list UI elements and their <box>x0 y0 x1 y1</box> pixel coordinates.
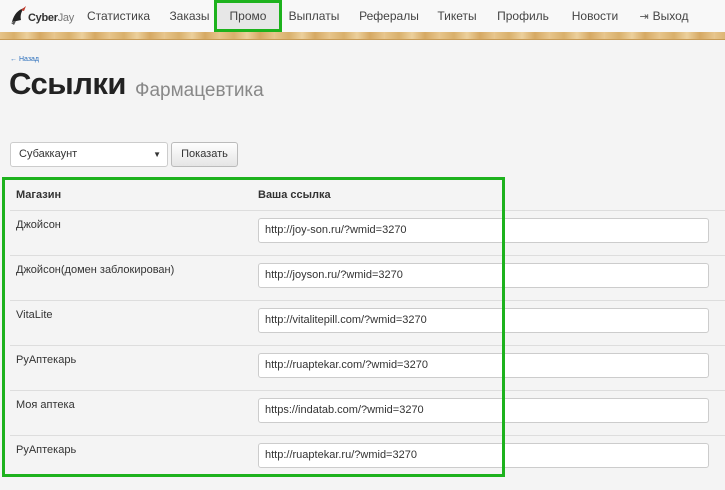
nav-item-profile[interactable]: Профиль <box>492 0 554 32</box>
link-field[interactable]: http://joyson.ru/?wmid=3270 <box>258 263 709 288</box>
table-row: Джойсон(домен заблокирован) http://joyso… <box>10 255 725 300</box>
shop-name: РуАптекарь <box>16 354 77 366</box>
table-row: VitaLite http://vitalitepill.com/?wmid=3… <box>10 300 725 345</box>
show-button[interactable]: Показать <box>171 142 238 167</box>
shop-name: Джойсон <box>16 219 61 231</box>
shop-name: РуАптекарь <box>16 444 77 456</box>
logout-icon: ⇥ <box>639 11 649 23</box>
nav-item-statistics[interactable]: Статистика <box>82 0 155 32</box>
nav-item-logout[interactable]: ⇥ Выход <box>633 0 695 32</box>
shop-name: VitaLite <box>16 309 53 321</box>
nav-item-tickets[interactable]: Тикеты <box>434 0 480 32</box>
back-link[interactable]: ← Назад <box>10 56 39 63</box>
nav-item-orders[interactable]: Заказы <box>163 0 216 32</box>
table-row: Моя аптека https://indatab.com/?wmid=327… <box>10 390 725 435</box>
nav-item-referrals[interactable]: Рефералы <box>355 0 423 32</box>
table-row: РуАптекарь http://ruaptekar.ru/?wmid=327… <box>10 435 725 480</box>
shop-name: Моя аптека <box>16 399 75 411</box>
column-header-link: Ваша ссылка <box>258 189 331 201</box>
decorative-wood-strip <box>0 32 725 40</box>
link-field[interactable]: https://indatab.com/?wmid=3270 <box>258 398 709 423</box>
logo-text: CyberJay <box>28 12 74 24</box>
table-row: РуАптекарь http://ruaptekar.com/?wmid=32… <box>10 345 725 390</box>
link-field[interactable]: http://joy-son.ru/?wmid=3270 <box>258 218 709 243</box>
nav-item-news[interactable]: Новости <box>565 0 625 32</box>
top-navbar: CyberJay Статистика Заказы Промо Выплаты… <box>0 0 725 32</box>
chevron-down-icon: ▼ <box>153 150 161 159</box>
subaccount-select[interactable]: Субаккаунт ▼ <box>10 142 168 167</box>
nav-item-promo[interactable]: Промо <box>214 0 282 32</box>
page-subtitle: Фармацевтика <box>135 80 264 101</box>
link-field[interactable]: http://ruaptekar.ru/?wmid=3270 <box>258 443 709 468</box>
nav-item-payouts[interactable]: Выплаты <box>286 0 342 32</box>
column-header-shop: Магазин <box>16 189 62 201</box>
shop-name: Джойсон(домен заблокирован) <box>16 264 175 276</box>
link-field[interactable]: http://vitalitepill.com/?wmid=3270 <box>258 308 709 333</box>
table-row: Джойсон http://joy-son.ru/?wmid=3270 <box>10 210 725 255</box>
logo[interactable]: CyberJay <box>8 4 78 28</box>
link-field[interactable]: http://ruaptekar.com/?wmid=3270 <box>258 353 709 378</box>
page-title: Ссылки <box>9 66 126 101</box>
bird-logo-icon <box>11 6 26 25</box>
